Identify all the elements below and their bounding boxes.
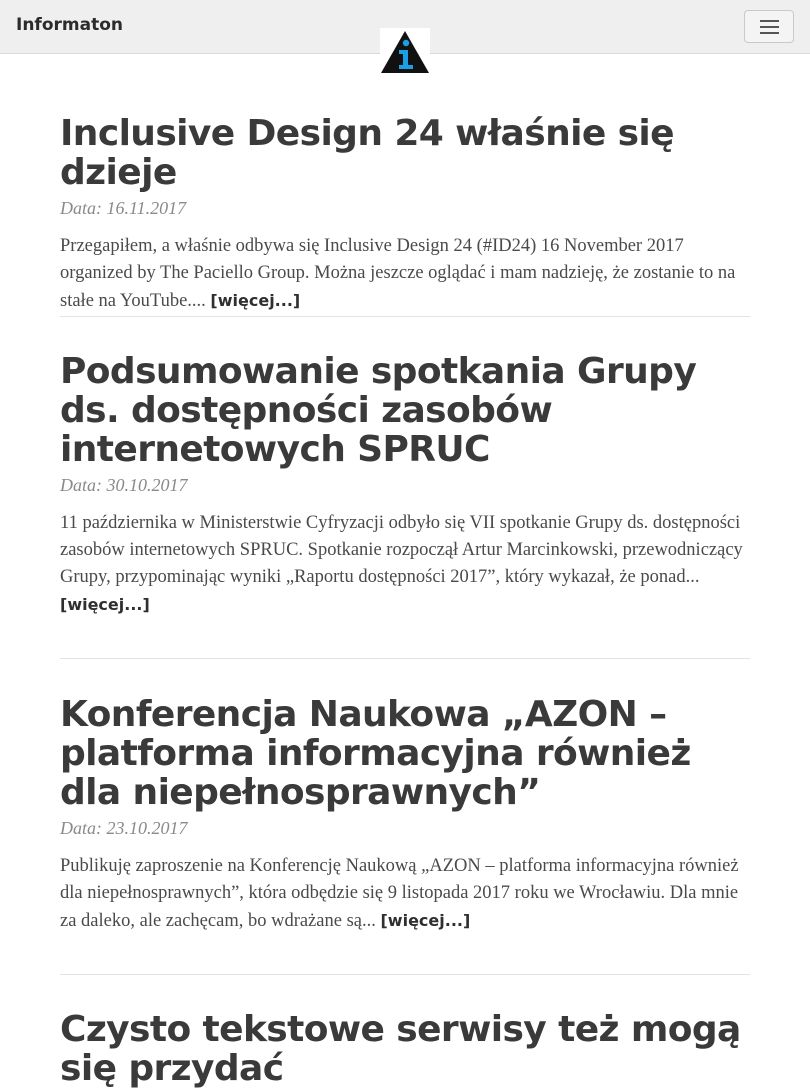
post-title-link[interactable]: Inclusive Design 24 właśnie się dzieje <box>60 114 750 192</box>
post-item: Konferencja Naukowa „AZON – platforma in… <box>60 695 750 954</box>
post-excerpt: 11 października w Ministerstwie Cyfryzac… <box>60 510 750 619</box>
post-excerpt: Publikuję zaproszenie na Konferencję Nau… <box>60 853 750 935</box>
post-item: Czysto tekstowe serwisy też mogą się prz… <box>60 1010 750 1088</box>
hamburger-icon-bar <box>760 32 779 34</box>
read-more-link[interactable]: [więcej...] <box>210 291 300 310</box>
post-item: Inclusive Design 24 właśnie się dzieje D… <box>60 114 750 334</box>
read-more-link[interactable]: [więcej...] <box>380 911 470 930</box>
post-date: Data: 16.11.2017 <box>60 198 187 218</box>
info-icon <box>381 31 429 73</box>
post-divider <box>60 316 750 317</box>
post-divider <box>60 658 750 659</box>
post-date: Data: 23.10.2017 <box>60 818 188 838</box>
post-divider <box>60 974 750 975</box>
post-title-link[interactable]: Konferencja Naukowa „AZON – platforma in… <box>60 695 750 812</box>
brand-link[interactable]: Informaton <box>16 15 123 35</box>
post-excerpt-text: Przegapiłem, a właśnie odbywa się Inclus… <box>60 236 736 311</box>
post-item: Podsumowanie spotkania Grupy ds. dostępn… <box>60 352 750 638</box>
post-excerpt-text: 11 października w Ministerstwie Cyfryzac… <box>60 513 743 587</box>
hamburger-icon-bar <box>760 20 779 22</box>
read-more-link[interactable]: [więcej...] <box>60 595 150 614</box>
post-title-link[interactable]: Czysto tekstowe serwisy też mogą się prz… <box>60 1010 750 1088</box>
site-logo[interactable] <box>380 28 430 74</box>
post-excerpt: Przegapiłem, a właśnie odbywa się Inclus… <box>60 233 750 315</box>
navbar: Informaton <box>0 0 810 74</box>
menu-toggle-button[interactable] <box>744 10 794 43</box>
hamburger-icon-bar <box>760 26 779 28</box>
post-title-link[interactable]: Podsumowanie spotkania Grupy ds. dostępn… <box>60 352 750 469</box>
post-date: Data: 30.10.2017 <box>60 475 188 495</box>
